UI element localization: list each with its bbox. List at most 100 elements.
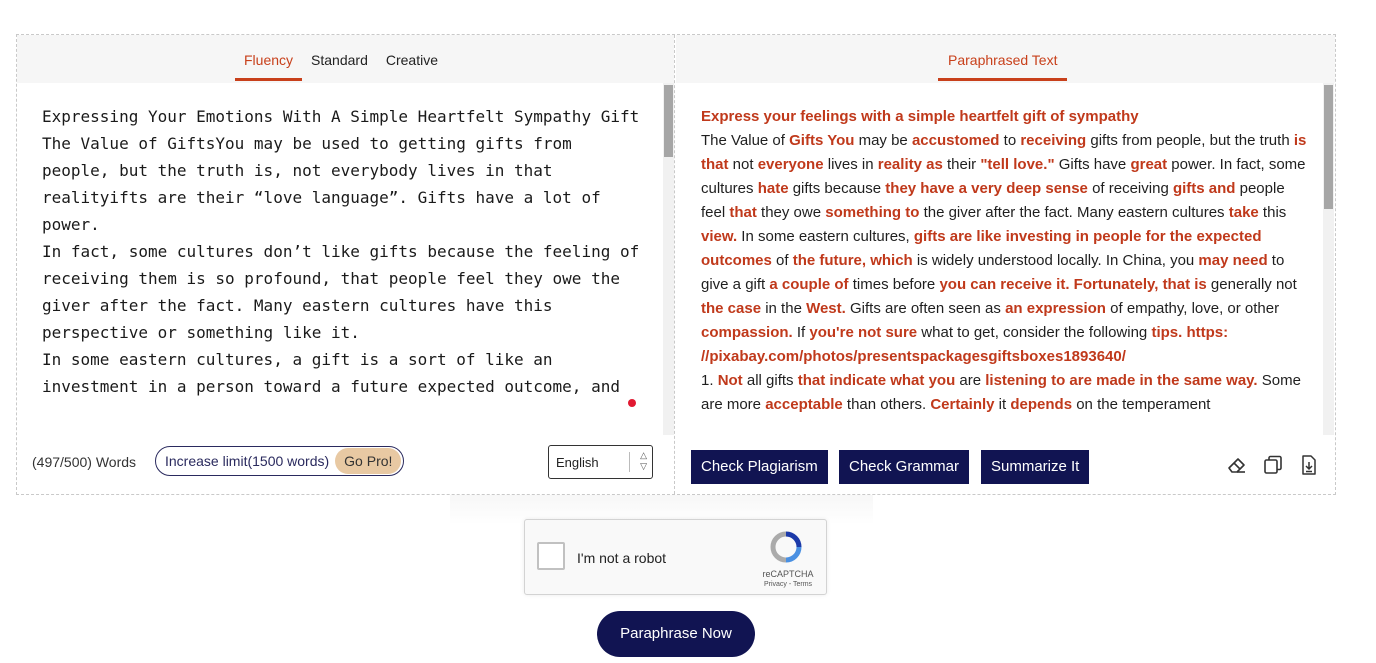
changed-phrase[interactable]: view.: [701, 228, 737, 245]
mode-tabs: Fluency Standard Creative: [235, 52, 447, 81]
changed-phrase[interactable]: gifts and: [1173, 180, 1236, 197]
changed-phrase[interactable]: a couple of: [769, 276, 848, 293]
changed-phrase[interactable]: an expression: [1005, 300, 1106, 317]
input-pane: Fluency Standard Creative Expressing You…: [17, 35, 675, 494]
unchanged-text: this: [1258, 204, 1287, 221]
word-count: (497/500) Words: [32, 454, 137, 470]
copy-icon[interactable]: [1261, 453, 1285, 477]
unchanged-text: what to get, consider the following: [917, 324, 1152, 341]
changed-phrase[interactable]: that indicate what you: [798, 372, 956, 389]
unchanged-text: 1.: [701, 372, 718, 389]
changed-phrase[interactable]: that: [729, 204, 757, 221]
unchanged-text: their: [942, 156, 981, 173]
download-icon[interactable]: [1297, 453, 1321, 477]
changed-phrase[interactable]: reality as: [878, 156, 943, 173]
unchanged-text: may be: [854, 132, 912, 149]
unchanged-text: lives in: [823, 156, 878, 173]
unchanged-text: not: [728, 156, 758, 173]
changed-phrase[interactable]: great: [1130, 156, 1167, 173]
tab-standard[interactable]: Standard: [302, 52, 377, 81]
tab-creative[interactable]: Creative: [377, 52, 447, 81]
changed-phrase[interactable]: something to: [825, 204, 919, 221]
changed-phrase[interactable]: receiving: [1020, 132, 1086, 149]
go-pro-button[interactable]: Go Pro!: [335, 448, 402, 474]
unchanged-text: The Value of: [701, 132, 790, 149]
check-plagiarism-button[interactable]: Check Plagiarism: [691, 450, 828, 484]
input-textarea[interactable]: Expressing Your Emotions With A Simple H…: [17, 83, 673, 435]
unchanged-text: to: [999, 132, 1021, 149]
changed-phrase[interactable]: Not: [718, 372, 743, 389]
unchanged-text: Gifts have: [1054, 156, 1131, 173]
changed-phrase[interactable]: compassion.: [701, 324, 793, 341]
changed-phrase[interactable]: depends: [1010, 396, 1072, 413]
output-footer: Check Plagiarism Check Grammar Summarize…: [676, 435, 1335, 494]
tab-fluency[interactable]: Fluency: [235, 52, 303, 81]
check-grammar-button[interactable]: Check Grammar: [839, 450, 970, 484]
input-scrollbar-thumb[interactable]: [664, 85, 673, 157]
unchanged-text: generally not: [1206, 276, 1297, 293]
output-scrollbar[interactable]: [1323, 83, 1334, 435]
eraser-icon[interactable]: [1225, 453, 1249, 477]
recaptcha-logo-icon: [770, 531, 802, 563]
input-scrollbar[interactable]: [663, 83, 674, 435]
output-tabbar: Paraphrased Text: [676, 35, 1335, 83]
paraphraser-panel: Fluency Standard Creative Expressing You…: [16, 34, 1336, 495]
recaptcha-label: I'm not a robot: [577, 550, 667, 566]
recaptcha-links[interactable]: Privacy - Terms: [758, 581, 818, 588]
unchanged-text: of receiving: [1087, 180, 1173, 197]
unchanged-text: the giver after the fact. Many eastern c…: [919, 204, 1229, 221]
mode-tabbar: Fluency Standard Creative: [17, 35, 674, 83]
unchanged-text: they owe: [756, 204, 826, 221]
unchanged-text: of empathy, love, or other: [1105, 300, 1280, 317]
unchanged-text: than others.: [842, 396, 931, 413]
changed-phrase[interactable]: acceptable: [765, 396, 843, 413]
changed-phrase[interactable]: listening to are made in the same way.: [985, 372, 1257, 389]
unchanged-text: is widely understood locally. In China, …: [912, 252, 1199, 269]
recaptcha-checkbox[interactable]: [537, 542, 565, 570]
unchanged-text: gifts from people, but the truth: [1086, 132, 1294, 149]
unchanged-text: If: [792, 324, 810, 341]
changed-phrase[interactable]: Express your feelings with a simple hear…: [701, 108, 1139, 125]
select-divider: [629, 452, 630, 472]
paraphrased-output: Express your feelings with a simple hear…: [676, 83, 1322, 435]
changed-phrase[interactable]: Gifts You: [789, 132, 854, 149]
changed-phrase[interactable]: they have a very deep sense: [885, 180, 1088, 197]
language-select[interactable]: English △ ▽: [548, 445, 653, 479]
unchanged-text: all gifts: [742, 372, 798, 389]
unchanged-text: gifts because: [788, 180, 886, 197]
changed-phrase[interactable]: you can receive it. Fortunately, that is: [939, 276, 1206, 293]
changed-phrase[interactable]: accustomed: [912, 132, 1000, 149]
tab-paraphrased-text[interactable]: Paraphrased Text: [938, 52, 1068, 81]
unchanged-text: Gifts are often seen as: [845, 300, 1006, 317]
output-scrollbar-thumb[interactable]: [1324, 85, 1333, 209]
unchanged-text: are: [955, 372, 986, 389]
changed-phrase[interactable]: the case: [701, 300, 761, 317]
spellcheck-indicator-dot: [628, 399, 636, 407]
changed-phrase[interactable]: Certainly: [930, 396, 994, 413]
output-pane: Paraphrased Text Express your feelings w…: [676, 35, 1335, 494]
changed-phrase[interactable]: may need: [1198, 252, 1267, 269]
unchanged-text: In some eastern cultures,: [737, 228, 914, 245]
unchanged-text: in the: [761, 300, 807, 317]
changed-phrase[interactable]: everyone: [758, 156, 824, 173]
language-value: English: [556, 454, 599, 470]
unchanged-text: on the temperament: [1072, 396, 1211, 413]
input-footer: (497/500) Words Increase limit(1500 word…: [17, 435, 674, 494]
unchanged-text: of: [771, 252, 793, 269]
changed-phrase[interactable]: the future, which: [793, 252, 913, 269]
unchanged-text: it: [994, 396, 1011, 413]
select-arrows-icon: △ ▽: [640, 450, 647, 471]
changed-phrase[interactable]: West.: [806, 300, 846, 317]
summarize-button[interactable]: Summarize It: [981, 450, 1090, 484]
changed-phrase[interactable]: you're not sure: [809, 324, 917, 341]
increase-limit-button[interactable]: Increase limit(1500 words) Go Pro!: [155, 446, 405, 476]
increase-limit-label: Increase limit(1500 words): [165, 453, 330, 469]
output-tabs: Paraphrased Text: [938, 52, 1068, 81]
changed-phrase[interactable]: hate: [758, 180, 789, 197]
changed-phrase[interactable]: "tell love.": [980, 156, 1054, 173]
recaptcha-widget: I'm not a robot reCAPTCHA Privacy - Term…: [524, 519, 827, 595]
paraphrase-now-button[interactable]: Paraphrase Now: [597, 611, 755, 657]
recaptcha-brand: reCAPTCHA: [762, 569, 814, 579]
changed-phrase[interactable]: take: [1229, 204, 1259, 221]
unchanged-text: times before: [848, 276, 940, 293]
